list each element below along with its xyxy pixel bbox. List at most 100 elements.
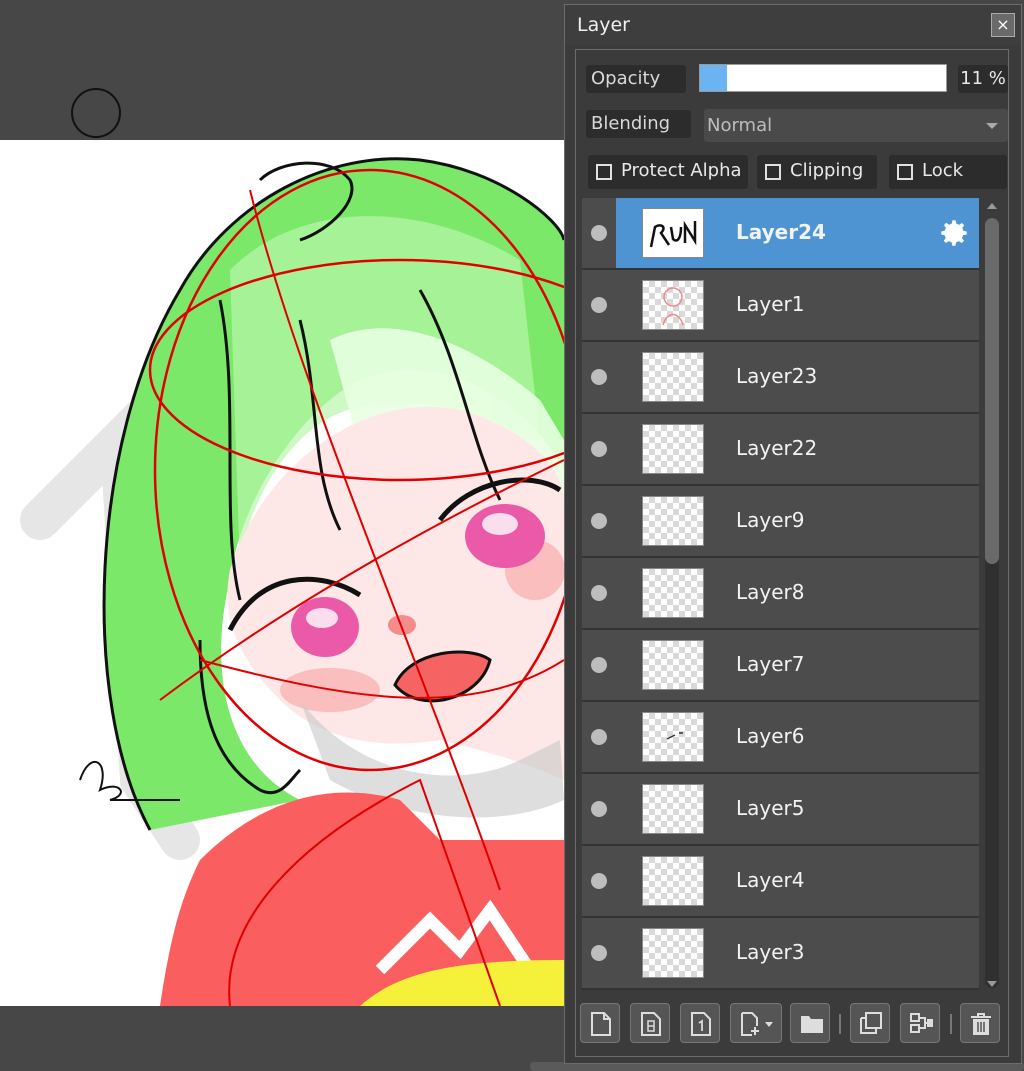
- layer-row[interactable]: Layer1: [582, 270, 979, 342]
- vertical-scrollbar[interactable]: [985, 218, 999, 988]
- layer-name: Layer5: [736, 796, 805, 820]
- clipping-checkbox[interactable]: Clipping: [757, 155, 877, 189]
- visibility-toggle-icon[interactable]: [591, 873, 607, 889]
- layer-row[interactable]: Layer5: [582, 774, 979, 846]
- scrollbar-thumb[interactable]: [985, 218, 999, 564]
- layer-name: Layer3: [736, 940, 805, 964]
- delete-layer-button[interactable]: [960, 1003, 1000, 1043]
- layer-row-body[interactable]: Layer22: [616, 414, 979, 484]
- layer-thumbnail: [642, 928, 704, 978]
- clipping-label: Clipping: [790, 160, 864, 181]
- layer-panel: Layer × Opacity 11 % Blending Normal Pro…: [564, 4, 1022, 1064]
- add-layer-dropdown-button[interactable]: [730, 1003, 782, 1043]
- merge-down-button[interactable]: [900, 1003, 940, 1043]
- layer-list[interactable]: Layer24 Layer1 Layer23 Layer22 Layer9 La…: [582, 198, 979, 992]
- layer-name: Layer23: [736, 364, 818, 388]
- checkbox-box: [765, 164, 781, 180]
- layer-thumbnail: [642, 712, 704, 762]
- layer-name: Layer1: [736, 292, 805, 316]
- visibility-toggle-icon[interactable]: [591, 513, 607, 529]
- new-8bit-layer-button[interactable]: [630, 1003, 670, 1043]
- visibility-toggle-icon[interactable]: [591, 657, 607, 673]
- checkbox-box: [596, 164, 612, 180]
- panel-titlebar[interactable]: Layer ×: [565, 5, 1021, 45]
- layer-name: Layer7: [736, 652, 805, 676]
- new-1bit-layer-button[interactable]: [680, 1003, 720, 1043]
- protect-alpha-checkbox[interactable]: Protect Alpha: [588, 155, 748, 189]
- layer-row[interactable]: Layer4: [582, 846, 979, 918]
- layer-row[interactable]: Layer3: [582, 918, 979, 990]
- layer-thumbnail: [642, 640, 704, 690]
- opacity-slider[interactable]: [699, 64, 947, 92]
- layer-row-body[interactable]: Layer23: [616, 342, 979, 412]
- layer-row-body[interactable]: Layer3: [616, 918, 979, 988]
- canvas-bottom-strip: [0, 1006, 564, 1071]
- layer-row-body[interactable]: Layer4: [616, 846, 979, 916]
- layer-row[interactable]: Layer22: [582, 414, 979, 486]
- brush-cursor: [71, 88, 121, 138]
- layer-thumbnail: [642, 856, 704, 906]
- blending-mode-select[interactable]: Normal: [704, 109, 1008, 142]
- layer-row[interactable]: Layer24: [582, 198, 979, 270]
- visibility-toggle-icon[interactable]: [591, 729, 607, 745]
- toolbar-separator: [950, 1014, 952, 1034]
- lock-checkbox[interactable]: Lock: [889, 155, 1007, 189]
- layer-row[interactable]: Layer23: [582, 342, 979, 414]
- opacity-value[interactable]: 11 %: [958, 65, 1008, 93]
- visibility-toggle-icon[interactable]: [591, 801, 607, 817]
- opacity-number: 11: [960, 68, 984, 89]
- thumbnail-sketch-icon: [662, 287, 684, 326]
- thumbnail-sketch-icon: [649, 220, 697, 248]
- scroll-down-icon[interactable]: [984, 976, 1000, 992]
- new-layer-icon: [591, 1012, 611, 1036]
- lock-label: Lock: [922, 160, 964, 181]
- canvas-area[interactable]: [0, 0, 564, 1071]
- layer-row-body[interactable]: Layer8: [616, 558, 979, 628]
- layer-name: Layer6: [736, 724, 805, 748]
- layer-row[interactable]: Layer6: [582, 702, 979, 774]
- new-layer-button[interactable]: [580, 1003, 620, 1043]
- new-folder-icon: [801, 1016, 823, 1033]
- visibility-toggle-icon[interactable]: [591, 441, 607, 457]
- drawing-canvas[interactable]: [0, 140, 564, 1006]
- layer-row[interactable]: Layer7: [582, 630, 979, 702]
- opacity-slider-fill: [700, 65, 728, 91]
- toolbar-separator: [839, 1014, 841, 1034]
- visibility-toggle-icon[interactable]: [591, 369, 607, 385]
- layer-name: Layer22: [736, 436, 818, 460]
- add-layer-dropdown-icon: [741, 1012, 773, 1036]
- opacity-label: Opacity: [586, 65, 686, 93]
- visibility-toggle-icon[interactable]: [591, 585, 607, 601]
- layer-row-body[interactable]: Layer5: [616, 774, 979, 844]
- checkbox-box: [897, 164, 913, 180]
- layer-thumbnail: [642, 784, 704, 834]
- layer-name: Layer4: [736, 868, 805, 892]
- gear-icon[interactable]: [937, 216, 971, 250]
- layer-thumbnail: [642, 280, 704, 330]
- layer-row-body[interactable]: Layer6: [616, 702, 979, 772]
- blending-label: Blending: [586, 110, 691, 138]
- visibility-toggle-icon[interactable]: [591, 297, 607, 313]
- new-1bit-layer-icon: [691, 1012, 711, 1036]
- layer-row-body[interactable]: Layer1: [616, 270, 979, 340]
- layer-thumbnail: [642, 208, 704, 258]
- scroll-up-icon[interactable]: [984, 198, 1000, 214]
- thumbnail-sketch-icon: [666, 732, 683, 740]
- visibility-toggle-icon[interactable]: [591, 225, 607, 241]
- layer-thumbnail: [642, 568, 704, 618]
- visibility-toggle-icon[interactable]: [591, 945, 607, 961]
- layer-row-body[interactable]: Layer24: [616, 198, 979, 268]
- duplicate-layer-button[interactable]: [850, 1003, 890, 1043]
- layer-thumbnail: [642, 424, 704, 474]
- layer-row-body[interactable]: Layer7: [616, 630, 979, 700]
- layer-row-body[interactable]: Layer9: [616, 486, 979, 556]
- close-button[interactable]: ×: [991, 13, 1015, 37]
- layer-toolbar: [576, 998, 1008, 1054]
- layer-row[interactable]: Layer8: [582, 558, 979, 630]
- layer-name: Layer8: [736, 580, 805, 604]
- layer-row[interactable]: Layer9: [582, 486, 979, 558]
- new-folder-button[interactable]: [790, 1003, 830, 1043]
- blending-mode-value: Normal: [707, 115, 773, 136]
- protect-alpha-label: Protect Alpha: [621, 160, 742, 181]
- merge-down-icon: [910, 1013, 933, 1033]
